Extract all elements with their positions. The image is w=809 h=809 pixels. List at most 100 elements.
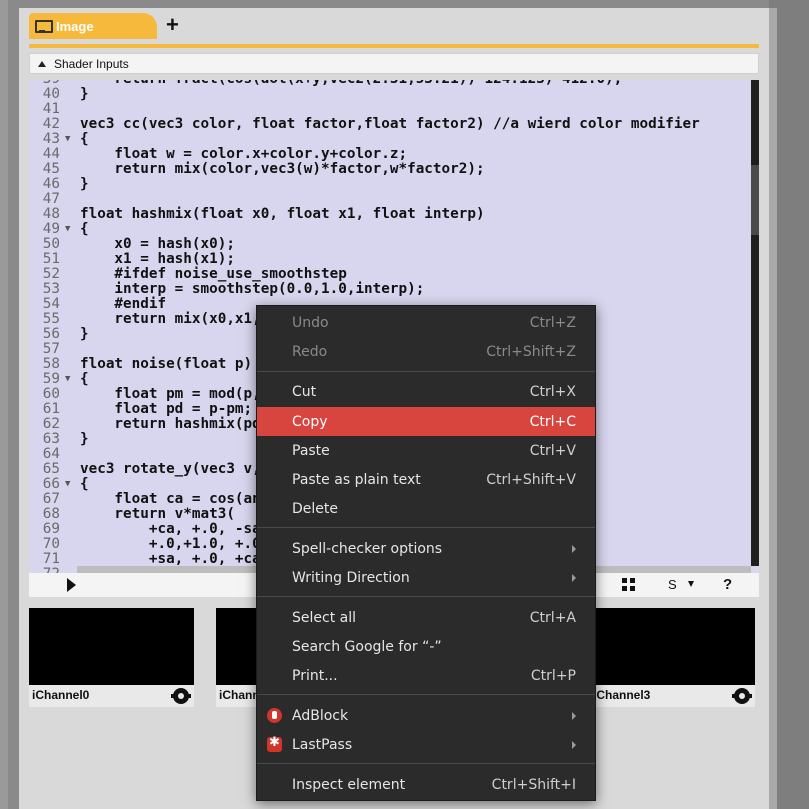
code-text[interactable]: } xyxy=(80,432,89,447)
code-text[interactable]: x1 = hash(x1); xyxy=(80,252,235,267)
line-number: 66 xyxy=(42,476,60,492)
code-text[interactable]: } xyxy=(80,177,89,192)
code-line[interactable]: 42 vec3 cc(vec3 color, float factor,float… xyxy=(29,117,751,132)
menu-item-label: Undo xyxy=(292,314,329,331)
menu-item-search-google[interactable]: Search Google for “-” xyxy=(257,632,595,661)
adblock-icon xyxy=(267,708,282,723)
channel-3[interactable]: iChannel3 xyxy=(590,608,755,707)
line-number: 67 xyxy=(42,491,60,507)
line-number: 49 xyxy=(42,221,60,237)
code-line[interactable]: 52 #ifdef noise_use_smoothstep xyxy=(29,267,751,282)
code-line[interactable]: 46} xyxy=(29,177,751,192)
line-number: 50 xyxy=(42,236,60,252)
line-number: 64 xyxy=(42,446,60,462)
menu-item-select-all[interactable]: Select all Ctrl+A xyxy=(257,603,595,632)
line-number: 43 xyxy=(42,131,60,147)
code-text[interactable]: x0 = hash(x0); xyxy=(80,237,235,252)
code-line[interactable]: 48 float hashmix(float x0, float x1, floa… xyxy=(29,207,751,222)
code-line[interactable]: 47 xyxy=(29,192,751,207)
code-text[interactable]: return mix(color,vec3(w)*factor,w*factor… xyxy=(80,162,484,177)
code-text[interactable]: } xyxy=(80,87,89,102)
submenu-arrow-icon xyxy=(572,711,576,720)
code-line[interactable]: 50 x0 = hash(x0); xyxy=(29,237,751,252)
editor-scrollbar[interactable] xyxy=(751,80,759,566)
code-line[interactable]: 45 return mix(color,vec3(w)*factor,w*fac… xyxy=(29,162,751,177)
line-number: 51 xyxy=(42,251,60,267)
code-line[interactable]: 40} xyxy=(29,87,751,102)
shader-inputs-header[interactable]: Shader Inputs xyxy=(29,53,759,74)
code-text[interactable]: { xyxy=(80,132,89,147)
code-line[interactable]: 39 return fract(cos(dot(x+y,vec2(2.31,53… xyxy=(29,80,751,87)
submenu-arrow-icon xyxy=(572,740,576,749)
line-number: 46 xyxy=(42,176,60,192)
menu-item-inspect[interactable]: Inspect element Ctrl+Shift+I xyxy=(257,770,595,799)
code-text[interactable]: { xyxy=(80,372,89,387)
editor-scroll-thumb[interactable] xyxy=(751,165,759,235)
line-number: 60 xyxy=(42,386,60,402)
menu-item-writing-direction[interactable]: Writing Direction xyxy=(257,563,595,592)
line-number: 54 xyxy=(42,296,60,312)
fold-toggle-icon[interactable]: ▼ xyxy=(65,477,70,492)
font-size-selector[interactable]: S xyxy=(668,577,677,592)
menu-item-label: Paste as plain text xyxy=(292,471,421,488)
code-text[interactable]: float hashmix(float x0, float x1, float … xyxy=(80,207,485,222)
menu-item-spell-checker[interactable]: Spell-checker options xyxy=(257,534,595,563)
code-text[interactable]: #endif xyxy=(80,297,166,312)
compile-play-icon[interactable] xyxy=(67,578,76,592)
line-number: 65 xyxy=(42,461,60,477)
channel-0[interactable]: iChannel0 xyxy=(29,608,194,707)
menu-item-paste-plain[interactable]: Paste as plain text Ctrl+Shift+V xyxy=(257,465,595,494)
code-line[interactable]: 53 interp = smoothstep(0.0,1.0,interp); xyxy=(29,282,751,297)
fold-toggle-icon[interactable]: ▼ xyxy=(65,132,70,147)
code-text[interactable]: vec3 cc(vec3 color, float factor,float f… xyxy=(80,117,700,132)
menu-item-copy[interactable]: Copy Ctrl+C xyxy=(257,407,595,436)
channel-0-label: iChannel0 xyxy=(32,688,90,702)
menu-item-redo[interactable]: Redo Ctrl+Shift+Z xyxy=(257,337,595,366)
fold-toggle-icon[interactable]: ▼ xyxy=(65,372,70,387)
line-number: 68 xyxy=(42,506,60,522)
line-number: 56 xyxy=(42,326,60,342)
code-line[interactable]: 51 x1 = hash(x1); xyxy=(29,252,751,267)
code-text[interactable]: { xyxy=(80,222,89,237)
code-line[interactable]: 49 ▼ { xyxy=(29,222,751,237)
code-text[interactable]: return fract(cos(dot(x+y,vec2(2.31,53.21… xyxy=(80,80,622,87)
tab-image[interactable]: Image xyxy=(29,13,157,39)
panel-scrollbar[interactable] xyxy=(769,8,777,809)
code-line[interactable]: 41 xyxy=(29,102,751,117)
menu-item-paste[interactable]: Paste Ctrl+V xyxy=(257,436,595,465)
code-text[interactable]: +ca, +.0, -sa, xyxy=(80,522,270,537)
line-number: 55 xyxy=(42,311,60,327)
menu-item-label: Spell-checker options xyxy=(292,540,443,557)
menu-item-shortcut: Ctrl+Shift+I xyxy=(491,776,576,793)
gear-icon[interactable] xyxy=(732,688,752,704)
code-text[interactable]: { xyxy=(80,477,89,492)
menu-item-undo[interactable]: Undo Ctrl+Z xyxy=(257,308,595,337)
code-text[interactable]: +.0,+1.0, +.0, xyxy=(80,537,270,552)
fold-toggle-icon[interactable]: ▼ xyxy=(65,222,70,237)
help-button[interactable]: ? xyxy=(723,576,732,593)
code-text[interactable]: float w = color.x+color.y+color.z; xyxy=(80,147,407,162)
menu-item-label: Copy xyxy=(292,413,328,430)
code-text[interactable]: } xyxy=(80,327,89,342)
menu-item-lastpass[interactable]: LastPass xyxy=(257,730,595,759)
code-line[interactable]: 44 float w = color.x+color.y+color.z; xyxy=(29,147,751,162)
line-number: 62 xyxy=(42,416,60,432)
gear-icon[interactable] xyxy=(171,688,191,704)
menu-item-adblock[interactable]: AdBlock xyxy=(257,701,595,730)
code-text[interactable]: float noise(float p) xyxy=(80,357,252,372)
code-line[interactable]: 43 ▼ { xyxy=(29,132,751,147)
channel-0-preview[interactable] xyxy=(29,608,194,685)
menu-item-cut[interactable]: Cut Ctrl+X xyxy=(257,377,595,406)
tab-image-label: Image xyxy=(56,18,94,34)
fullscreen-icon[interactable] xyxy=(622,578,635,591)
code-text[interactable]: return v*mat3( xyxy=(80,507,235,522)
add-tab-button[interactable]: + xyxy=(166,14,184,36)
chevron-down-icon[interactable] xyxy=(688,581,694,587)
code-text[interactable]: interp = smoothstep(0.0,1.0,interp); xyxy=(80,282,424,297)
code-text[interactable]: #ifdef noise_use_smoothstep xyxy=(80,267,346,282)
menu-item-print[interactable]: Print... Ctrl+P xyxy=(257,661,595,690)
code-text[interactable]: float pd = p-pm; xyxy=(80,402,252,417)
code-text[interactable]: +sa, +.0, +ca); xyxy=(80,552,278,567)
menu-item-delete[interactable]: Delete xyxy=(257,494,595,523)
channel-3-preview[interactable] xyxy=(590,608,755,685)
